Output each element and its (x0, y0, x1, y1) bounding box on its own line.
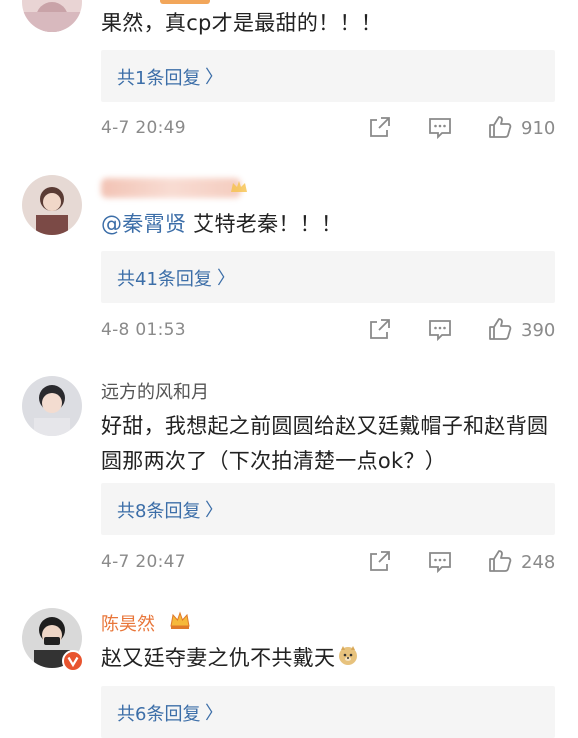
comment-meta: 4-7 20:47 248 (101, 548, 561, 578)
reply-count-button[interactable]: 共41条回复 〉 (101, 251, 555, 303)
blurred-username (101, 178, 241, 198)
avatar[interactable] (22, 376, 82, 436)
reply-count-button[interactable]: 共8条回复 〉 (101, 483, 555, 535)
reply-count-label: 共1条回复 (117, 68, 201, 89)
comment-icon[interactable] (427, 316, 453, 346)
share-icon[interactable] (367, 548, 393, 578)
username[interactable]: 陈昊然 (101, 610, 155, 636)
active-tab-indicator (160, 0, 210, 4)
share-icon[interactable] (367, 316, 393, 346)
avatar-image (22, 175, 82, 235)
verified-badge-icon (62, 650, 84, 672)
reply-count-label: 共6条回复 (117, 704, 201, 725)
comment-text: 好甜，我想起之前圆圆给赵又廷戴帽子和赵背圆圆那两次了（下次拍清楚一点ok？） (101, 414, 549, 473)
comment-meta: 4-7 20:49 910 (101, 114, 561, 144)
comment-text: 果然，真cp才是最甜的！！！ (101, 11, 383, 35)
like-count: 248 (521, 552, 556, 573)
reply-count-label: 共8条回复 (117, 501, 201, 522)
chevron-right-icon: 〉 (217, 268, 235, 289)
comment-icon[interactable] (427, 114, 453, 144)
like-icon[interactable] (487, 316, 513, 346)
avatar-image (22, 376, 82, 436)
like-count: 910 (521, 118, 556, 139)
chevron-right-icon: 〉 (205, 67, 223, 88)
mention-link[interactable]: @秦霄贤 (101, 212, 186, 236)
comment-text: @秦霄贤 艾特老秦！！！ (101, 212, 343, 236)
comment-icon[interactable] (427, 548, 453, 578)
reply-count-button[interactable]: 共1条回复 〉 (101, 50, 555, 102)
avatar-image (22, 0, 82, 32)
doge-emoji-icon (337, 642, 359, 677)
like-count: 390 (521, 320, 556, 341)
like-icon[interactable] (487, 548, 513, 578)
avatar[interactable] (22, 175, 82, 235)
chevron-right-icon: 〉 (205, 703, 223, 724)
comment-text: 赵又廷夺妻之仇不共戴天 (101, 641, 561, 677)
reply-count-label: 共41条回复 (117, 269, 212, 290)
reply-count-button[interactable]: 共6条回复 〉 (101, 686, 555, 738)
timestamp: 4-8 01:53 (101, 320, 186, 340)
username[interactable]: 远方的风和月 (101, 378, 209, 404)
avatar[interactable] (22, 0, 82, 32)
comment-meta: 4-8 01:53 390 (101, 316, 561, 346)
timestamp: 4-7 20:49 (101, 118, 186, 138)
share-icon[interactable] (367, 114, 393, 144)
timestamp: 4-7 20:47 (101, 552, 186, 572)
crown-badge-icon (228, 176, 250, 198)
chevron-right-icon: 〉 (205, 500, 223, 521)
crown-badge-icon (168, 609, 190, 631)
like-icon[interactable] (487, 114, 513, 144)
